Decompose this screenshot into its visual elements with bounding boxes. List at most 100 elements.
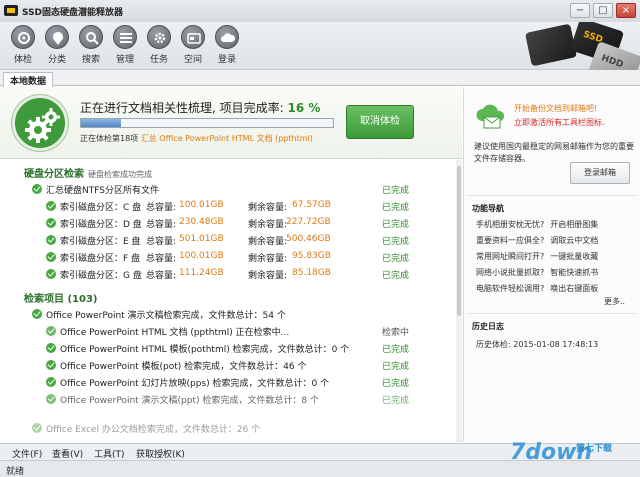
cloud-icon	[215, 25, 239, 49]
history-label: 历史体检:	[476, 340, 511, 349]
free-value: 500.46GB	[286, 234, 331, 244]
window-title: SSD固态硬盘潜能释放器	[22, 8, 124, 18]
check-icon	[46, 326, 56, 336]
nav-question[interactable]: 电脑软件轻松调用?	[476, 284, 544, 293]
drive-label: 索引磁盘分区：D 盘	[60, 220, 142, 230]
maximize-button[interactable]: □	[593, 3, 613, 18]
toolbar-checkup[interactable]: 体检	[6, 25, 40, 65]
toolbar-login[interactable]: 登录	[210, 25, 244, 65]
total-value: 230.48GB	[179, 217, 224, 227]
hdd-label: HDD	[599, 53, 625, 70]
history-section-title: 历史日志	[472, 322, 504, 331]
app-logo-icon	[4, 5, 18, 16]
partition-section-header: 硬盘分区检索 硬盘检索成功完成	[24, 165, 152, 180]
close-button[interactable]: ×	[616, 3, 636, 18]
nav-question[interactable]: 网络小说批量抓取?	[476, 268, 544, 277]
check-icon	[46, 360, 56, 370]
check-icon	[46, 252, 56, 262]
nav-action-link[interactable]: 一键批量收藏	[550, 252, 598, 261]
toolbar-task-label: 任务	[149, 55, 168, 65]
drive-label: 索引磁盘分区：F 盘	[60, 254, 141, 264]
toolbar-login-label: 登录	[217, 55, 236, 65]
list-item: Office PowerPoint HTML 文档 (ppthtml) 正在检索…	[46, 325, 452, 341]
nav-row[interactable]: 重要资料一应俱全? 调取云中文档	[476, 235, 604, 246]
item-label: Office PowerPoint HTML 文档 (ppthtml) 正在检索…	[60, 328, 290, 338]
cancel-checkup-button[interactable]: 取消体检	[346, 105, 414, 139]
nav-row[interactable]: 电脑软件轻松调用? 唤出右键面板	[476, 283, 604, 294]
progress-percent: 16 %	[287, 101, 321, 115]
status-label: 已完成	[382, 345, 410, 355]
vertical-scrollbar[interactable]	[456, 160, 462, 442]
total-label: 总容量:	[146, 237, 177, 247]
total-value: 100.01GB	[179, 251, 224, 261]
check-icon	[46, 343, 56, 353]
status-label: 已完成	[382, 362, 410, 372]
sidebar: 开始备份文档到邮箱吧! 立即激活所有工具栏图标. 建议使用国内最稳定的网易邮箱作…	[463, 87, 640, 442]
list-item: Office Excel 办公文档检索完成，文件数总计：26 个	[32, 422, 452, 438]
login-mailbox-button[interactable]: 登录邮箱	[570, 162, 630, 184]
gear-icon	[12, 95, 68, 151]
space-icon	[181, 25, 205, 49]
main-panel: 正在进行文档相关性梳理, 项目完成率: 16 % 正在体检第18项 汇总 Off…	[0, 87, 462, 442]
search-section-count: (103)	[67, 294, 98, 305]
nav-row[interactable]: 常用网址瞬间打开? 一键批量收藏	[476, 251, 604, 262]
drive-label: 索引磁盘分区：E 盘	[60, 237, 141, 247]
promo-line-1[interactable]: 开始备份文档到邮箱吧!	[514, 103, 597, 114]
menu-file[interactable]: 文件(F)	[12, 447, 42, 460]
check-icon	[46, 201, 56, 211]
progress-current-file: 汇总 Office PowerPoint HTML 文档 (ppthtml)	[140, 134, 313, 143]
window-controls: − □ ×	[570, 3, 636, 18]
check-icon	[32, 423, 42, 433]
toolbar-manage[interactable]: 管理	[108, 25, 142, 65]
scrollbar-thumb[interactable]	[457, 166, 461, 316]
status-label: 已完成	[382, 396, 410, 406]
tab-local-data[interactable]: 本地数据	[3, 72, 54, 87]
total-label: 总容量:	[146, 254, 177, 264]
total-label: 总容量:	[146, 271, 177, 281]
free-value: 95.83GB	[292, 251, 331, 261]
status-label: 已完成	[382, 237, 410, 247]
nav-question[interactable]: 重要资料一应俱全?	[476, 236, 544, 245]
status-label: 已完成	[382, 271, 410, 281]
nav-row[interactable]: 手机相册安枕无忧? 开启相册图集	[476, 219, 604, 230]
toolbar-search[interactable]: 搜索	[74, 25, 108, 65]
nav-action-link[interactable]: 调取云中文档	[550, 236, 598, 245]
cloud-mail-icon	[476, 104, 505, 129]
nav-question[interactable]: 手机相册安枕无忧?	[476, 220, 544, 229]
promo-line-2[interactable]: 立即激活所有工具栏图标.	[514, 117, 605, 128]
item-label: Office PowerPoint 幻灯片放映(pps) 检索完成，文件数总计：…	[60, 379, 330, 389]
drive-row: 索引磁盘分区：C 盘 总容量: 100.01GB 剩余容量: 67.57GB 已…	[46, 200, 452, 216]
partition-section-subtitle: 硬盘检索成功完成	[88, 170, 152, 179]
total-value: 100.01GB	[179, 200, 224, 210]
status-label: 已完成	[382, 379, 410, 389]
task-icon	[147, 25, 171, 49]
email-backup-promo[interactable]: 开始备份文档到邮箱吧! 立即激活所有工具栏图标.	[474, 97, 632, 137]
check-icon	[32, 309, 42, 319]
menu-tools[interactable]: 工具(T)	[94, 447, 125, 460]
drive-row: 索引磁盘分区：G 盘 总容量: 111.24GB 剩余容量: 85.18GB 已…	[46, 268, 452, 284]
check-icon	[46, 269, 56, 279]
nav-action-link[interactable]: 唤出右键面板	[550, 284, 598, 293]
nav-action-link[interactable]: 开启相册图集	[550, 220, 598, 229]
search-section-title: 检索项目	[24, 294, 64, 305]
toolbar-checkup-label: 体检	[13, 55, 32, 65]
nav-action-link[interactable]: 智能快速抓书	[550, 268, 598, 277]
status-label: 已完成	[382, 254, 410, 264]
drive-row: 索引磁盘分区：F 盘 总容量: 100.01GB 剩余容量: 95.83GB 已…	[46, 251, 452, 267]
drive-label: 索引磁盘分区：G 盘	[60, 271, 142, 281]
status-label: 已完成	[382, 220, 410, 230]
title-bar: SSD固态硬盘潜能释放器 − □ ×	[0, 0, 640, 22]
toolbar-classify[interactable]: 分类	[40, 25, 74, 65]
progress-status: 正在体检第18项 汇总 Office PowerPoint HTML 文档 (p…	[80, 133, 313, 144]
nav-row[interactable]: 网络小说批量抓取? 智能快速抓书	[476, 267, 604, 278]
toolbar-space[interactable]: 空间	[176, 25, 210, 65]
nav-question[interactable]: 常用网址瞬间打开?	[476, 252, 544, 261]
progress-bar-fill	[81, 119, 122, 127]
minimize-button[interactable]: −	[570, 3, 590, 18]
drive-row: 索引磁盘分区：D 盘 总容量: 230.48GB 剩余容量: 227.72GB …	[46, 217, 452, 233]
status-label: 检索中	[382, 328, 410, 338]
toolbar-task[interactable]: 任务	[142, 25, 176, 65]
more-link[interactable]: 更多..	[604, 296, 625, 307]
menu-view[interactable]: 查看(V)	[52, 447, 83, 460]
menu-license[interactable]: 获取授权(K)	[136, 447, 185, 460]
